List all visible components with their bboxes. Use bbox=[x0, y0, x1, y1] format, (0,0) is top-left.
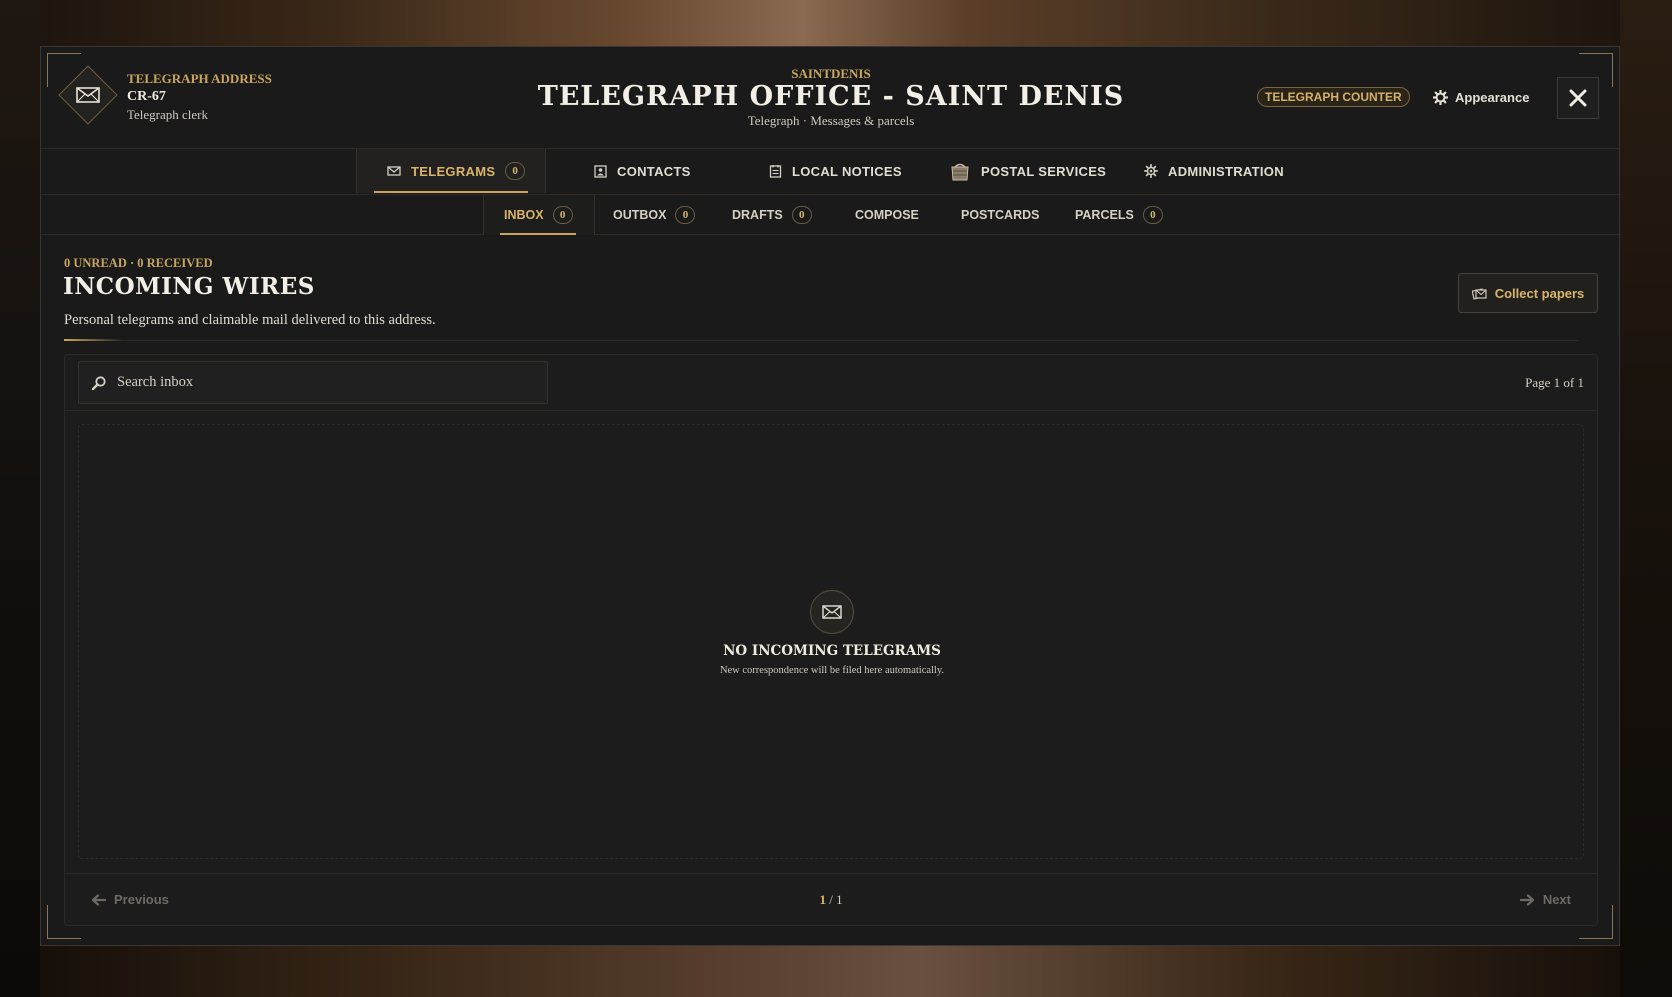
background-scene-bottom bbox=[0, 945, 1672, 997]
collect-papers-button[interactable]: Collect papers bbox=[1458, 273, 1598, 313]
subtab-label: DRAFTS bbox=[732, 208, 783, 222]
contact-card-icon bbox=[594, 164, 607, 178]
tab-label: CONTACTS bbox=[617, 163, 691, 179]
page-indicator: 1 / 1 bbox=[65, 892, 1597, 908]
admin-gear-icon bbox=[1144, 164, 1158, 178]
notice-board-icon bbox=[769, 165, 782, 178]
subtab-label: OUTBOX bbox=[613, 208, 667, 222]
page-subtitle: Telegraph · Messages & parcels bbox=[747, 113, 915, 128]
background-scene-top bbox=[0, 0, 1672, 48]
papers-icon bbox=[1471, 287, 1487, 300]
tab-local-notices[interactable]: LOCAL NOTICES bbox=[769, 149, 902, 193]
subtab-compose[interactable]: COMPOSE bbox=[855, 195, 919, 235]
next-label: Next bbox=[1542, 892, 1571, 907]
tab-contacts[interactable]: CONTACTS bbox=[594, 149, 691, 193]
empty-state: NO INCOMING TELEGRAMS New correspondence… bbox=[78, 424, 1584, 859]
sub-tabs: INBOX 0 OUTBOX 0 DRAFTS 0 COMPOSE POSTCA… bbox=[41, 195, 1621, 235]
subtab-label: INBOX bbox=[504, 208, 544, 222]
arrow-right-icon bbox=[1519, 893, 1534, 906]
collect-papers-label: Collect papers bbox=[1494, 285, 1585, 301]
background-scene-left bbox=[0, 0, 40, 997]
counter-badge: TELEGRAPH COUNTER bbox=[1257, 87, 1410, 107]
inbox-list-panel: Page 1 of 1 NO INCOMING TELEGRAMS New co… bbox=[64, 354, 1598, 926]
pagination: Previous 1 / 1 Next bbox=[65, 873, 1597, 925]
empty-state-icon-frame bbox=[810, 590, 854, 634]
total-pages: 1 bbox=[836, 892, 843, 907]
tab-postal-services[interactable]: POSTAL SERVICES bbox=[949, 149, 1106, 193]
section-title: INCOMING WIRES bbox=[63, 273, 315, 300]
empty-state-title: NO INCOMING TELEGRAMS bbox=[723, 643, 941, 659]
location-label: SAINTDENIS bbox=[791, 66, 871, 81]
empty-state-description: New correspondence will be filed here au… bbox=[719, 665, 945, 676]
active-tab-indicator bbox=[374, 191, 528, 193]
subtab-label: POSTCARDS bbox=[961, 208, 1040, 222]
tab-count-badge: 0 bbox=[505, 162, 526, 180]
window-header: TELEGRAPH ADDRESS CR-67 Telegraph clerk … bbox=[41, 47, 1621, 149]
envelope-icon bbox=[822, 605, 842, 619]
list-toolbar: Page 1 of 1 bbox=[65, 355, 1597, 411]
tab-label: LOCAL NOTICES bbox=[792, 163, 902, 179]
subtab-count-badge: 0 bbox=[675, 206, 696, 224]
subtab-label: PARCELS bbox=[1075, 208, 1134, 222]
appearance-button[interactable]: Appearance bbox=[1433, 87, 1529, 107]
close-button[interactable] bbox=[1557, 77, 1599, 119]
subtab-count-badge: 0 bbox=[1142, 206, 1163, 224]
subtab-parcels[interactable]: PARCELS 0 bbox=[1075, 195, 1163, 235]
gear-icon bbox=[1433, 89, 1448, 105]
search-icon bbox=[91, 375, 106, 390]
active-subtab-indicator bbox=[500, 233, 576, 235]
telegraph-office-window: TELEGRAPH ADDRESS CR-67 Telegraph clerk … bbox=[40, 46, 1621, 946]
close-icon bbox=[1569, 89, 1587, 107]
message-stats: 0 UNREAD · 0 RECEIVED bbox=[64, 256, 213, 270]
subtab-postcards[interactable]: POSTCARDS bbox=[961, 195, 1039, 235]
search-box[interactable] bbox=[78, 361, 548, 404]
section-divider bbox=[64, 340, 1578, 341]
mailbag-icon bbox=[951, 163, 969, 181]
section-divider-accent bbox=[64, 339, 122, 341]
subtab-inbox[interactable]: INBOX 0 bbox=[483, 195, 595, 235]
next-page-button[interactable]: Next bbox=[1519, 892, 1571, 907]
appearance-label: Appearance bbox=[1455, 89, 1530, 105]
tab-telegrams[interactable]: TELEGRAMS 0 bbox=[356, 149, 546, 193]
subtab-outbox[interactable]: OUTBOX 0 bbox=[613, 195, 696, 235]
tab-label: TELEGRAMS bbox=[411, 163, 496, 179]
page-separator: / bbox=[825, 892, 837, 907]
subtab-drafts[interactable]: DRAFTS 0 bbox=[732, 195, 812, 235]
background-scene-right bbox=[1620, 0, 1672, 997]
page-info: Page 1 of 1 bbox=[1525, 375, 1584, 390]
subtab-count-badge: 0 bbox=[552, 206, 573, 224]
tab-label: ADMINISTRATION bbox=[1168, 163, 1284, 179]
tab-label: POSTAL SERVICES bbox=[981, 163, 1107, 179]
section-description: Personal telegrams and claimable mail de… bbox=[64, 312, 436, 328]
search-input[interactable] bbox=[117, 374, 537, 391]
subtab-label: COMPOSE bbox=[855, 208, 919, 222]
subtab-count-badge: 0 bbox=[791, 206, 812, 224]
envelope-icon bbox=[387, 166, 401, 176]
tab-administration[interactable]: ADMINISTRATION bbox=[1144, 149, 1284, 193]
main-tabs: TELEGRAMS 0 CONTACTS LOCAL NOTICES POSTA… bbox=[41, 149, 1621, 195]
